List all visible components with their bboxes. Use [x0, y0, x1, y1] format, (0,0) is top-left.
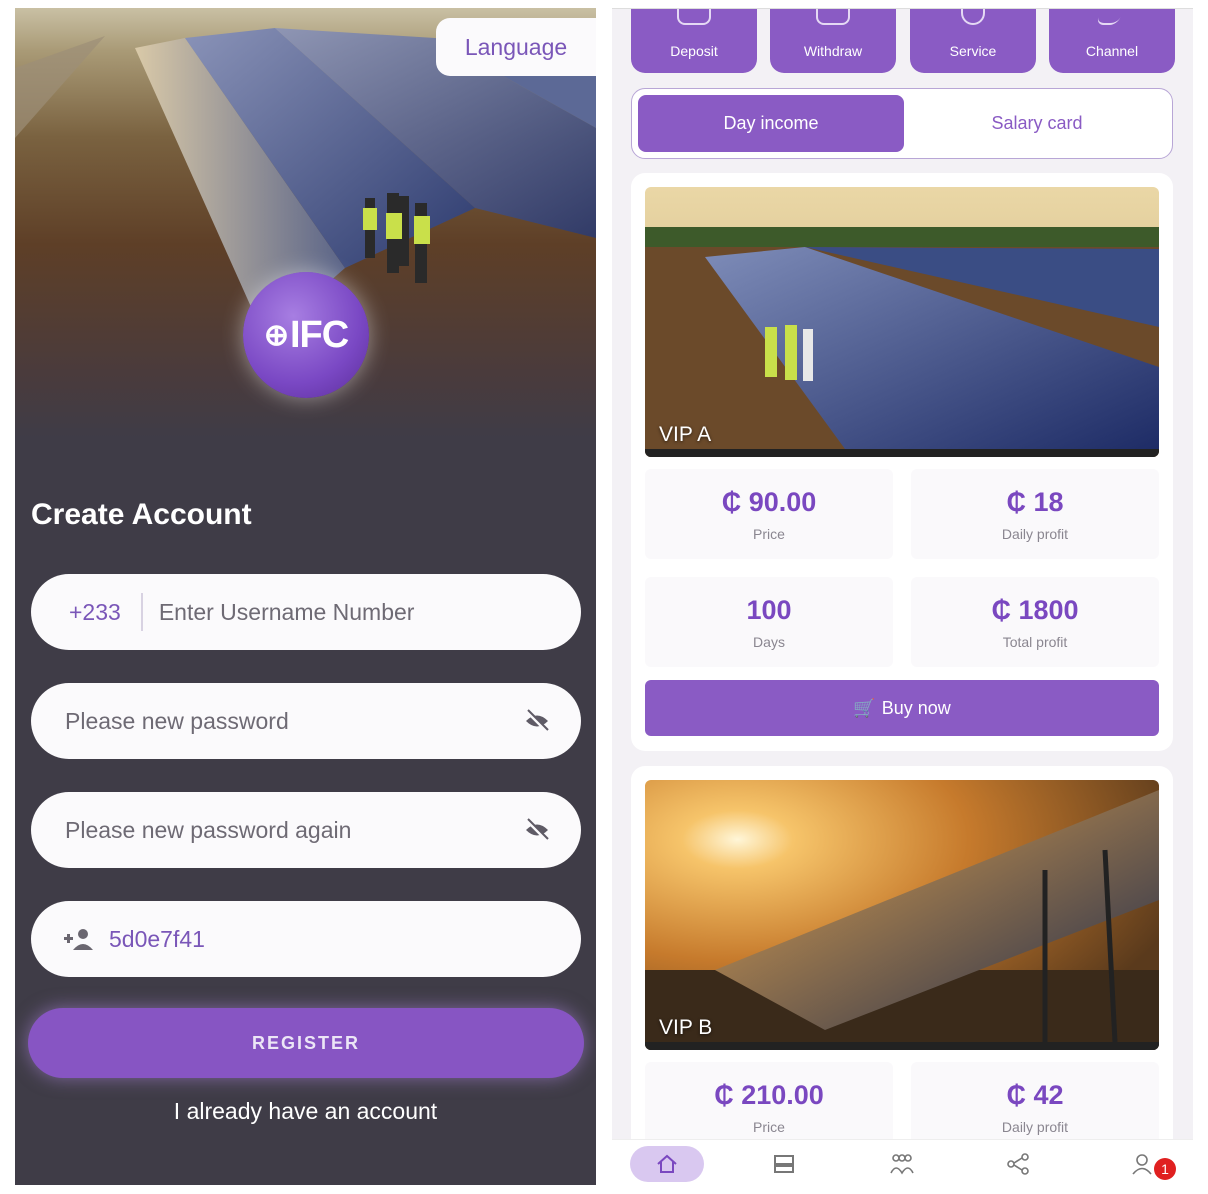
total-profit-value: ₵ 1800	[991, 595, 1079, 625]
profile-icon	[1132, 1154, 1152, 1175]
price-value: ₵ 90.00	[721, 487, 817, 517]
channel-icon	[1095, 9, 1129, 25]
invite-code-field[interactable]: 5d0e7f41	[31, 901, 581, 977]
product-image: VIP A	[645, 187, 1159, 457]
service-button[interactable]: Service	[910, 9, 1036, 73]
products-icon	[774, 1155, 794, 1173]
password-again-field	[31, 792, 581, 868]
notification-badge: 1	[1154, 1158, 1176, 1180]
password-again-input[interactable]	[31, 816, 581, 844]
deposit-icon	[677, 9, 711, 25]
product-image: VIP B	[645, 780, 1159, 1050]
channel-label: Channel	[1085, 43, 1139, 59]
nav-products[interactable]	[762, 1148, 806, 1180]
daily-profit-label: Daily profit	[1001, 1119, 1069, 1135]
username-input[interactable]	[142, 598, 581, 626]
withdraw-button[interactable]: Withdraw	[770, 9, 896, 73]
home-icon	[657, 1154, 677, 1173]
channel-button[interactable]: Channel	[1049, 9, 1175, 73]
daily-profit-value: ₵ 42	[1006, 1080, 1064, 1110]
withdraw-icon	[816, 9, 850, 25]
price-label: Price	[753, 526, 785, 542]
days-label: Days	[753, 634, 785, 650]
nav-profile[interactable]: 1	[1116, 1148, 1186, 1180]
page-title: Create Account	[31, 498, 252, 531]
price-label: Price	[753, 1119, 785, 1135]
share-icon	[1007, 1153, 1029, 1175]
ifc-logo: ⊕ IFC	[243, 272, 369, 398]
team-icon	[890, 1154, 914, 1175]
withdraw-label: Withdraw	[803, 43, 863, 59]
register-screen: Language ⊕IFC Create Account +233 5d0e7f…	[15, 8, 596, 1185]
deposit-button[interactable]: Deposit	[631, 9, 757, 73]
product-name: VIP B	[659, 1016, 713, 1039]
password-field	[31, 683, 581, 759]
cart-icon: 🛒	[853, 697, 876, 718]
tab-day-income[interactable]: Day income	[638, 95, 904, 152]
add-person-icon	[64, 929, 93, 950]
eye-off-icon[interactable]	[523, 707, 551, 735]
service-label: Service	[949, 43, 997, 59]
login-link[interactable]: I already have an account	[15, 1098, 596, 1125]
days-value: 100	[746, 595, 792, 625]
language-button[interactable]: Language	[436, 18, 596, 76]
deposit-label: Deposit	[670, 43, 718, 59]
eye-off-icon[interactable]	[523, 816, 551, 844]
buy-now-label: Buy now	[881, 697, 951, 718]
service-icon	[961, 9, 985, 25]
country-code[interactable]: +233	[31, 593, 143, 631]
username-field: +233	[31, 574, 581, 650]
product-name: VIP A	[659, 423, 712, 446]
register-button[interactable]: REGISTER	[28, 1008, 584, 1078]
price-stat: ₵ 90.00 Price	[645, 469, 893, 559]
globe-icon: ⊕	[263, 318, 289, 352]
days-stat: 100 Days	[645, 577, 893, 667]
daily-profit-value: ₵ 18	[1006, 487, 1064, 517]
product-card: VIP A ₵ 90.00 Price ₵ 18 Daily profit 10…	[631, 173, 1173, 751]
tab-salary-card[interactable]: Salary card	[904, 95, 1170, 152]
logo-text: IFC	[289, 313, 349, 356]
price-value: ₵ 210.00	[714, 1080, 824, 1110]
invite-code-value: 5d0e7f41	[109, 925, 205, 952]
daily-profit-stat: ₵ 18 Daily profit	[911, 469, 1159, 559]
total-profit-label: Total profit	[1002, 634, 1068, 650]
dashboard-screen: Deposit Withdraw Service Channel Day inc…	[612, 8, 1193, 1185]
daily-profit-label: Daily profit	[1001, 526, 1069, 542]
total-profit-stat: ₵ 1800 Total profit	[911, 577, 1159, 667]
bottom-nav: 1	[612, 1139, 1193, 1185]
nav-team[interactable]	[880, 1148, 924, 1180]
password-input[interactable]	[31, 707, 581, 735]
nav-home[interactable]	[630, 1146, 704, 1182]
income-tabs: Day income Salary card	[631, 88, 1173, 159]
buy-now-button[interactable]: 🛒 Buy now	[645, 680, 1159, 736]
product-card: VIP B ₵ 210.00 Price ₵ 42 Daily profit	[631, 766, 1173, 1185]
hero-image: Language ⊕ IFC	[15, 8, 596, 438]
nav-share[interactable]	[996, 1148, 1040, 1180]
